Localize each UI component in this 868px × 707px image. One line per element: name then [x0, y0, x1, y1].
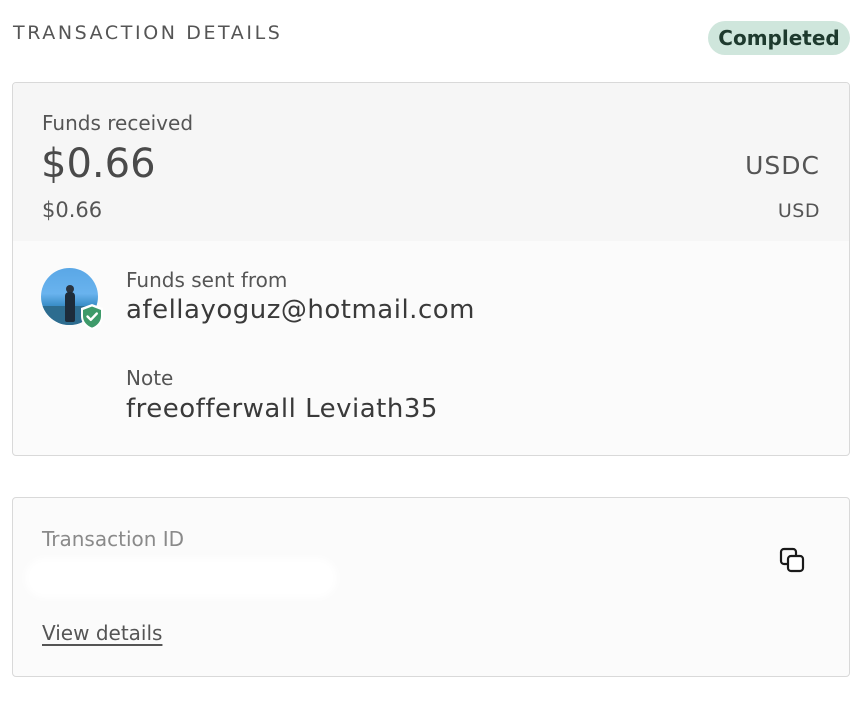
- avatar: [41, 268, 103, 330]
- funds-amount: $0.66: [41, 141, 156, 187]
- funds-summary: Funds received $0.66 USDC $0.66 USD: [13, 83, 849, 241]
- transaction-id-label: Transaction ID: [42, 527, 185, 551]
- funds-currency: USDC: [745, 151, 820, 180]
- transaction-id-redacted: [25, 558, 337, 598]
- funds-card: Funds received $0.66 USDC $0.66 USD Fund…: [12, 82, 850, 456]
- status-badge: Completed: [708, 21, 850, 55]
- transaction-card: Transaction ID View details: [12, 497, 850, 677]
- funds-fiat-amount: $0.66: [42, 198, 103, 222]
- funds-label: Funds received: [42, 111, 194, 135]
- sender-label: Funds sent from: [126, 268, 288, 292]
- view-details-link[interactable]: View details: [42, 621, 162, 645]
- copy-icon[interactable]: [778, 546, 806, 574]
- note-label: Note: [126, 366, 174, 390]
- note-value: freeofferwall Leviath35: [126, 394, 438, 424]
- header-title: TRANSACTION DETAILS: [13, 22, 283, 44]
- sender-email: afellayoguz@hotmail.com: [126, 295, 475, 325]
- verified-shield-icon: [81, 304, 103, 330]
- funds-fiat-currency: USD: [777, 200, 820, 222]
